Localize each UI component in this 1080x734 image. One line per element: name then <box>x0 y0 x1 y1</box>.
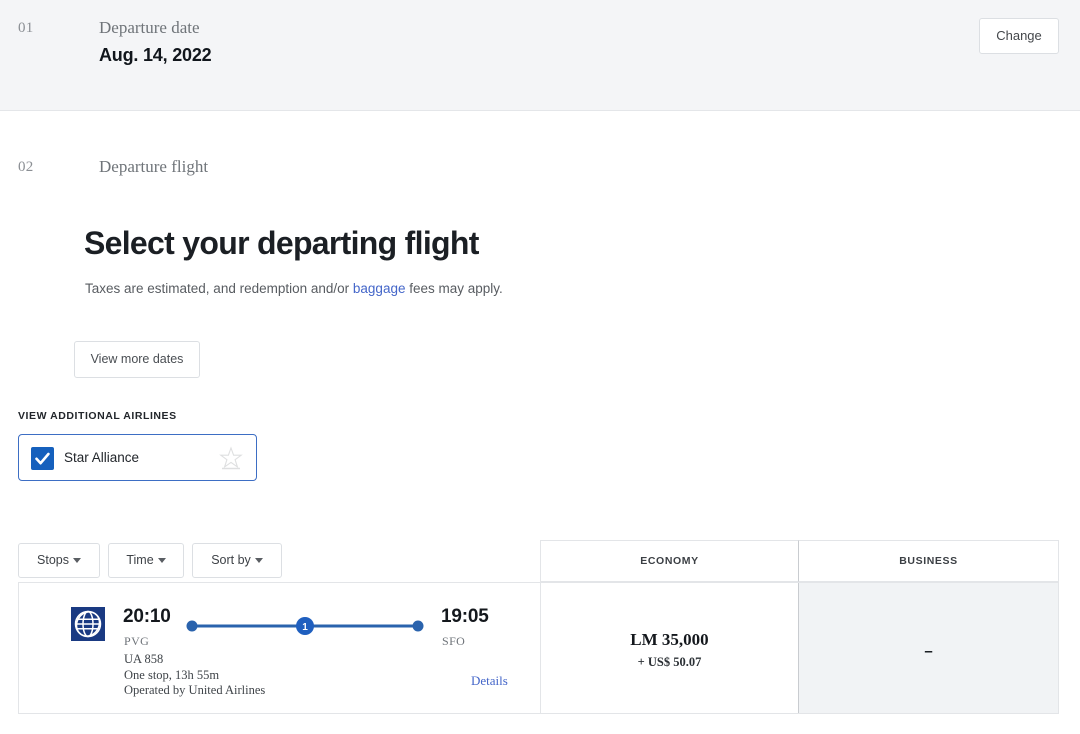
sort-by-label: Sort by <box>211 553 251 567</box>
departure-date-band: 01 Departure date Aug. 14, 2022 Change <box>0 0 1080 111</box>
taxes-disclaimer: Taxes are estimated, and redemption and/… <box>85 281 503 296</box>
departure-airport-code: PVG <box>124 634 150 648</box>
flight-details-link[interactable]: Details <box>471 673 508 689</box>
step-number-02: 02 <box>18 159 34 175</box>
stops-and-duration: One stop, 13h 55m <box>124 667 220 682</box>
disclaimer-text-after: fees may apply. <box>405 281 503 296</box>
economy-miles: LM 35,000 <box>630 630 709 649</box>
page-title: Select your departing flight <box>84 225 479 261</box>
sort-by-button[interactable]: Sort by <box>192 543 282 578</box>
operated-by: Operated by United Airlines <box>124 683 266 697</box>
change-date-button[interactable]: Change <box>979 18 1059 54</box>
column-header-economy: ECONOMY <box>540 540 799 582</box>
view-more-dates-button[interactable]: View more dates <box>74 341 200 378</box>
departure-date-label: Departure date <box>99 18 200 37</box>
stops-filter-button[interactable]: Stops <box>18 543 100 578</box>
departure-time: 20:10 <box>123 606 171 627</box>
departure-date-value: Aug. 14, 2022 <box>99 45 212 65</box>
business-unavailable: – <box>924 643 933 660</box>
disclaimer-text-before: Taxes are estimated, and redemption and/… <box>85 281 353 296</box>
arrival-airport-code: SFO <box>442 634 466 648</box>
chevron-down-icon <box>157 558 166 564</box>
chevron-down-icon <box>72 558 81 564</box>
economy-taxes: + US$ 50.07 <box>637 655 702 669</box>
star-alliance-logo-icon <box>217 446 245 472</box>
table-row[interactable]: 20:10 PVG 1 19:05 SFO UA 858 One stop, 1… <box>18 582 1059 714</box>
star-alliance-label: Star Alliance <box>64 450 140 465</box>
departure-flight-label: Departure flight <box>99 157 209 176</box>
flight-meta: UA 858 One stop, 13h 55m Operated by Uni… <box>124 652 265 699</box>
time-filter-label: Time <box>126 553 154 567</box>
economy-fare-cell[interactable]: LM 35,000 + US$ 50.07 <box>540 583 798 713</box>
svg-text:1: 1 <box>302 622 308 633</box>
time-filter-button[interactable]: Time <box>108 543 184 578</box>
step-number-01: 01 <box>18 20 34 36</box>
column-header-business: BUSINESS <box>798 540 1059 582</box>
view-additional-airlines-heading: VIEW ADDITIONAL AIRLINES <box>18 410 177 422</box>
chevron-down-icon <box>254 558 263 564</box>
star-alliance-checkbox[interactable] <box>31 447 54 470</box>
united-airlines-globe-logo-icon <box>71 607 105 641</box>
stops-filter-label: Stops <box>37 553 69 567</box>
arrival-time: 19:05 <box>441 606 489 627</box>
star-alliance-filter-option[interactable]: Star Alliance <box>18 434 257 481</box>
baggage-link[interactable]: baggage <box>353 281 406 296</box>
route-timeline: 1 <box>186 616 424 636</box>
flight-number: UA 858 <box>124 652 164 666</box>
business-fare-cell: – <box>798 583 1058 713</box>
